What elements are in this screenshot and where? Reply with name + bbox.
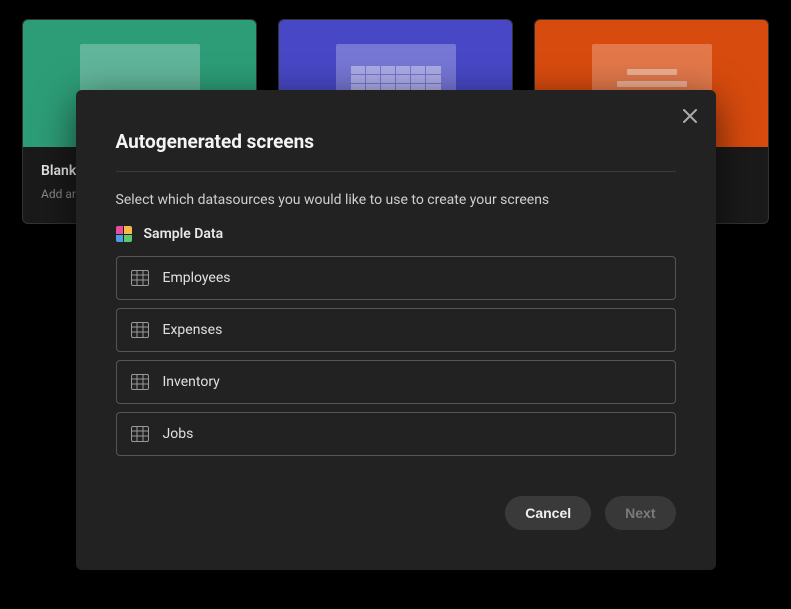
option-label: Employees xyxy=(163,270,231,286)
cancel-button[interactable]: Cancel xyxy=(505,496,591,530)
modal-actions: Cancel Next xyxy=(116,496,676,530)
table-icon xyxy=(131,322,149,338)
table-icon xyxy=(131,426,149,442)
divider xyxy=(116,171,676,172)
datasource-icon xyxy=(116,226,132,242)
next-button[interactable]: Next xyxy=(605,496,675,530)
option-inventory[interactable]: Inventory xyxy=(116,360,676,404)
autogenerated-screens-modal: Autogenerated screens Select which datas… xyxy=(76,90,716,570)
option-expenses[interactable]: Expenses xyxy=(116,308,676,352)
close-button[interactable] xyxy=(676,102,704,130)
close-icon xyxy=(683,109,697,123)
modal-title: Autogenerated screens xyxy=(116,130,676,153)
option-label: Jobs xyxy=(163,426,194,442)
option-jobs[interactable]: Jobs xyxy=(116,412,676,456)
table-icon xyxy=(131,270,149,286)
option-employees[interactable]: Employees xyxy=(116,256,676,300)
modal-subtitle: Select which datasources you would like … xyxy=(116,192,676,208)
table-icon xyxy=(131,374,149,390)
datasource-header: Sample Data xyxy=(116,226,676,242)
option-label: Expenses xyxy=(163,322,223,338)
modal-backdrop: Autogenerated screens Select which datas… xyxy=(0,0,791,609)
datasource-options: Employees Expenses Inventory Jobs xyxy=(116,256,676,456)
datasource-name: Sample Data xyxy=(144,226,224,242)
option-label: Inventory xyxy=(163,374,220,390)
